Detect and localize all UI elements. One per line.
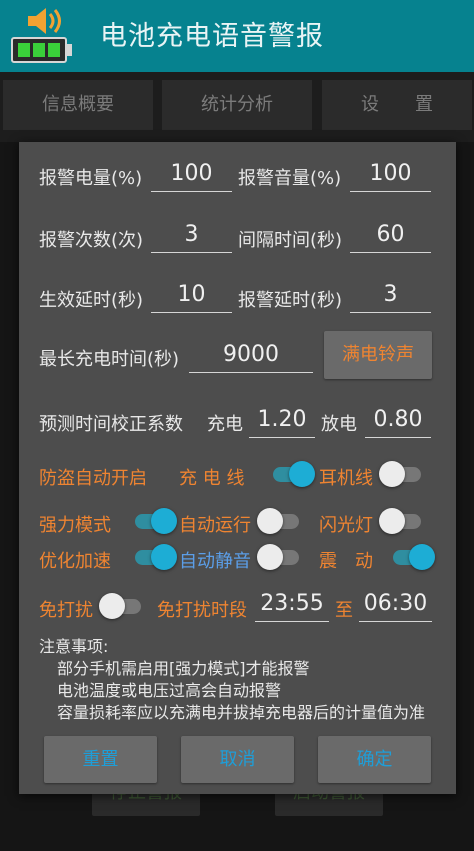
tab-settings[interactable]: 设 置 bbox=[322, 80, 472, 130]
dnd-switch[interactable] bbox=[99, 591, 145, 621]
tab-bar: 信息概要 统计分析 设 置 bbox=[0, 72, 474, 142]
battery-alarm-icon bbox=[11, 8, 72, 63]
note-item: 电池温度或电压过高会自动报警 bbox=[57, 681, 282, 700]
app-title: 电池充电语音警报 bbox=[100, 21, 324, 52]
headphone-switch[interactable] bbox=[379, 459, 425, 489]
max-charge-time-field[interactable]: 9000 bbox=[189, 338, 313, 373]
optimize-switch[interactable] bbox=[131, 542, 177, 572]
discharge-factor-field[interactable]: 0.80 bbox=[365, 403, 431, 438]
reset-button[interactable]: 重置 bbox=[44, 736, 157, 783]
charge-factor-field[interactable]: 1.20 bbox=[249, 403, 315, 438]
dnd-start-field[interactable]: 23:55 bbox=[255, 587, 329, 622]
dnd-end-field[interactable]: 06:30 bbox=[359, 587, 432, 622]
interval-label: 间隔时间(秒) bbox=[238, 230, 343, 251]
force-mode-label: 强力模式 bbox=[39, 515, 111, 536]
charging-cable-switch[interactable] bbox=[269, 459, 315, 489]
note-item: 容量损耗率应以充满电并拔掉充电器后的计量值为准 bbox=[57, 703, 426, 722]
settings-dialog: 报警电量(%) 100 报警音量(%) 100 报警次数(次) 3 间隔时间(秒… bbox=[19, 142, 456, 794]
effective-delay-field[interactable]: 10 bbox=[151, 278, 232, 313]
tab-info[interactable]: 信息概要 bbox=[3, 80, 153, 130]
auto-mute-switch[interactable] bbox=[257, 542, 303, 572]
full-ringtone-button[interactable]: 满电铃声 bbox=[324, 331, 432, 379]
alarm-count-field[interactable]: 3 bbox=[151, 218, 232, 253]
flashlight-switch[interactable] bbox=[379, 506, 425, 536]
dnd-to-label: 至 bbox=[335, 600, 353, 621]
alarm-count-label: 报警次数(次) bbox=[39, 230, 144, 251]
discharge-factor-label: 放电 bbox=[321, 414, 357, 435]
app-bar: 电池充电语音警报 bbox=[0, 0, 474, 72]
interval-field[interactable]: 60 bbox=[350, 218, 431, 253]
cancel-button[interactable]: 取消 bbox=[181, 736, 294, 783]
note-item: 部分手机需启用[强力模式]才能报警 bbox=[57, 659, 310, 678]
flashlight-label: 闪光灯 bbox=[319, 515, 373, 536]
notes-title: 注意事项: bbox=[39, 637, 109, 656]
vibrate-switch[interactable] bbox=[389, 542, 435, 572]
confirm-button[interactable]: 确定 bbox=[318, 736, 431, 783]
tab-statistics[interactable]: 统计分析 bbox=[162, 80, 312, 130]
max-charge-time-label: 最长充电时间(秒) bbox=[39, 349, 180, 370]
headphone-label: 耳机线 bbox=[319, 468, 373, 489]
charge-factor-label: 充电 bbox=[207, 414, 243, 435]
correction-factor-label: 预测时间校正系数 bbox=[39, 414, 183, 435]
alarm-delay-label: 报警延时(秒) bbox=[238, 290, 343, 311]
force-mode-switch[interactable] bbox=[131, 506, 177, 536]
alarm-level-label: 报警电量(%) bbox=[39, 168, 143, 189]
optimize-label: 优化加速 bbox=[39, 551, 111, 572]
dnd-period-label: 免打扰时段 bbox=[157, 600, 247, 621]
auto-run-label: 自动运行 bbox=[179, 515, 251, 536]
notes-section: 注意事项: 部分手机需启用[强力模式]才能报警 电池温度或电压过高会自动报警 容… bbox=[39, 636, 425, 724]
alarm-delay-field[interactable]: 3 bbox=[350, 278, 431, 313]
alarm-volume-field[interactable]: 100 bbox=[350, 157, 431, 192]
alarm-volume-label: 报警音量(%) bbox=[238, 168, 342, 189]
alarm-level-field[interactable]: 100 bbox=[151, 157, 232, 192]
antitheft-label: 防盗自动开启 bbox=[39, 468, 147, 489]
auto-mute-label: 自动静音 bbox=[179, 551, 251, 572]
auto-run-switch[interactable] bbox=[257, 506, 303, 536]
effective-delay-label: 生效延时(秒) bbox=[39, 290, 144, 311]
vibrate-label: 震 动 bbox=[319, 551, 373, 572]
dnd-label: 免打扰 bbox=[39, 600, 93, 621]
charging-cable-label: 充 电 线 bbox=[179, 468, 245, 489]
